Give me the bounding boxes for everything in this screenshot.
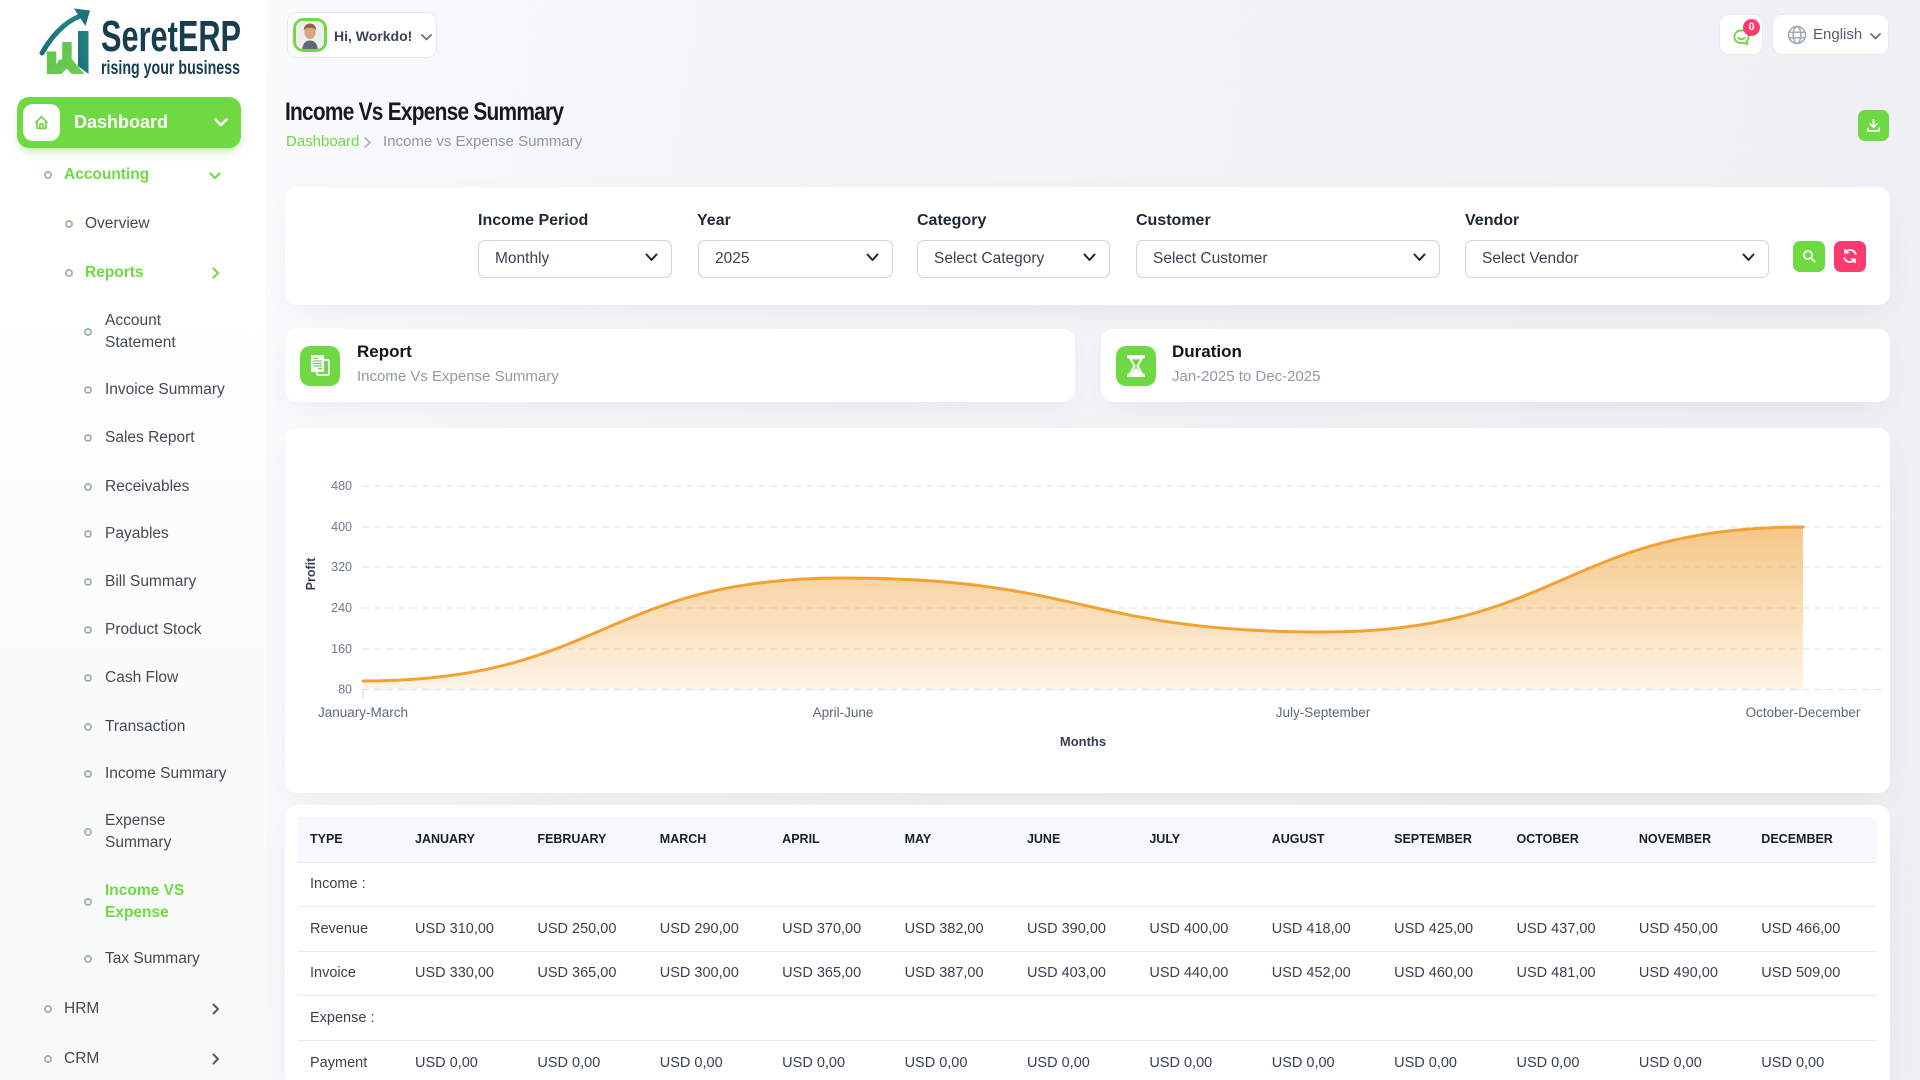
svg-text:320: 320 xyxy=(331,560,352,574)
svg-text:July-September: July-September xyxy=(1276,705,1371,720)
svg-text:480: 480 xyxy=(331,479,352,493)
svg-text:400: 400 xyxy=(331,520,352,534)
svg-text:April-June: April-June xyxy=(813,705,874,720)
svg-text:rising your business: rising your business xyxy=(101,58,240,79)
svg-text:160: 160 xyxy=(331,642,352,656)
svg-text:January-March: January-March xyxy=(318,705,408,720)
svg-text:Months: Months xyxy=(1060,734,1106,749)
svg-text:SeretERP: SeretERP xyxy=(101,12,241,61)
svg-text:October-December: October-December xyxy=(1746,705,1861,720)
svg-text:Profit: Profit xyxy=(304,557,318,590)
svg-text:80: 80 xyxy=(338,683,352,697)
svg-text:240: 240 xyxy=(331,601,352,615)
